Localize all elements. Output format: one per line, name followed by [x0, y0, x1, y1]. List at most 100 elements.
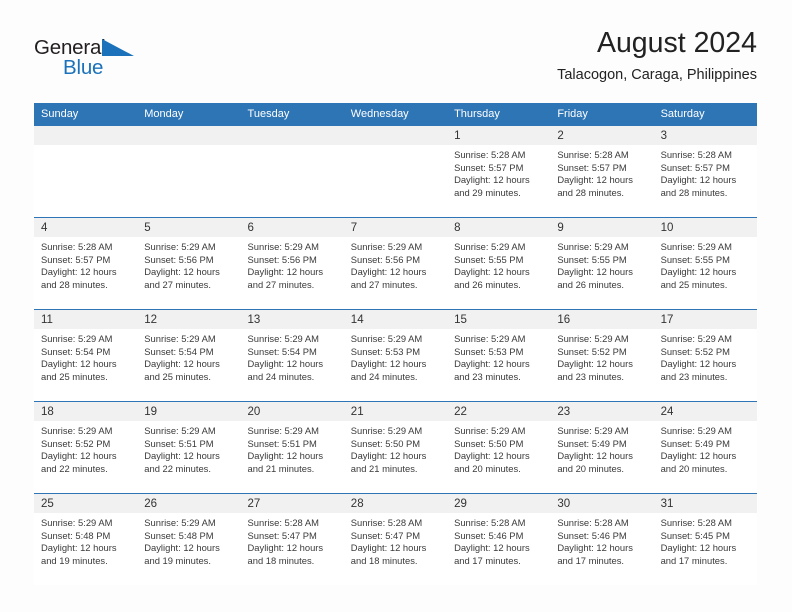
- calendar-day-cell[interactable]: 8 Sunrise: 5:29 AM Sunset: 5:55 PM Daylight…: [447, 218, 551, 309]
- day-number-band: 15: [447, 310, 551, 329]
- day-details: Sunrise: 5:29 AM Sunset: 5:53 PM Daylight:…: [344, 329, 447, 383]
- day-number-band: 5: [137, 218, 241, 237]
- title-block: August 2024 Talacogon, Caraga, Philippin…: [557, 27, 757, 84]
- calendar-day-cell-empty: [240, 126, 344, 217]
- sunset-time: Sunset: 5:57 PM: [41, 253, 111, 265]
- calendar-day-cell[interactable]: 28 Sunrise: 5:28 AM Sunset: 5:47 PM Dayligh…: [343, 494, 448, 585]
- calendar-page: General Blue August 2024 Talacogon, Cara…: [0, 0, 792, 612]
- sunset-time: Sunset: 5:57 PM: [660, 161, 730, 173]
- day-details: Sunrise: 5:29 AM Sunset: 5:54 PM Daylight:…: [137, 329, 240, 383]
- daylight-duration-line1: Daylight: 12 hours: [41, 542, 117, 554]
- day-details: Sunrise: 5:29 AM Sunset: 5:52 PM Daylight:…: [34, 421, 137, 475]
- calendar-day-cell[interactable]: 13 Sunrise: 5:29 AM Sunset: 5:54 PM Dayligh…: [240, 310, 344, 401]
- calendar-day-cell[interactable]: 25 Sunrise: 5:29 AM Sunset: 5:48 PM Dayligh…: [34, 494, 138, 585]
- sunrise-time: Sunrise: 5:28 AM: [350, 517, 423, 528]
- calendar-day-cell[interactable]: 16 Sunrise: 5:29 AM Sunset: 5:52 PM Dayligh…: [550, 310, 654, 401]
- calendar-day-cell[interactable]: 27 Sunrise: 5:28 AM Sunset: 5:47 PM Dayligh…: [240, 494, 344, 585]
- calendar-day-cell[interactable]: 7 Sunrise: 5:29 AM Sunset: 5:56 PM Daylight…: [343, 218, 448, 309]
- weekday-header-saturday: Saturday: [660, 108, 705, 120]
- daylight-duration-line2: and 29 minutes.: [454, 186, 521, 198]
- day-details: Sunrise: 5:29 AM Sunset: 5:48 PM Daylight:…: [137, 513, 240, 567]
- calendar-day-cell-empty: [34, 126, 138, 217]
- calendar-day-cell[interactable]: 11 Sunrise: 5:29 AM Sunset: 5:54 PM Dayligh…: [34, 310, 138, 401]
- calendar-day-cell[interactable]: 12 Sunrise: 5:29 AM Sunset: 5:54 PM Dayligh…: [137, 310, 241, 401]
- daylight-duration-line1: Daylight: 12 hours: [557, 358, 633, 370]
- sunrise-time: Sunrise: 5:28 AM: [454, 149, 526, 160]
- calendar-day-cell[interactable]: 6 Sunrise: 5:29 AM Sunset: 5:56 PM Daylight…: [240, 218, 344, 309]
- day-number-band: 23: [550, 402, 654, 421]
- sunset-time: Sunset: 5:46 PM: [557, 529, 627, 541]
- calendar-day-cell[interactable]: 22 Sunrise: 5:29 AM Sunset: 5:50 PM Dayligh…: [447, 402, 551, 493]
- day-number-band: 21: [343, 402, 448, 421]
- calendar-day-cell[interactable]: 31 Sunrise: 5:28 AM Sunset: 5:45 PM Dayligh…: [653, 494, 757, 585]
- daylight-duration-line2: and 17 minutes.: [557, 554, 625, 566]
- calendar-day-cell[interactable]: 21 Sunrise: 5:29 AM Sunset: 5:50 PM Dayligh…: [343, 402, 448, 493]
- calendar-day-cell[interactable]: 18 Sunrise: 5:29 AM Sunset: 5:52 PM Dayligh…: [34, 402, 138, 493]
- calendar-week-row: 25 Sunrise: 5:29 AM Sunset: 5:48 PM Dayligh…: [34, 493, 757, 585]
- calendar-day-cell[interactable]: 5 Sunrise: 5:29 AM Sunset: 5:56 PM Daylight…: [137, 218, 241, 309]
- calendar-day-cell[interactable]: 15 Sunrise: 5:29 AM Sunset: 5:53 PM Dayligh…: [447, 310, 551, 401]
- calendar-day-cell[interactable]: 9 Sunrise: 5:29 AM Sunset: 5:55 PM Daylight…: [550, 218, 654, 309]
- calendar-day-cell[interactable]: 4 Sunrise: 5:28 AM Sunset: 5:57 PM Daylight…: [34, 218, 138, 309]
- day-details: Sunrise: 5:29 AM Sunset: 5:55 PM Daylight:…: [654, 237, 757, 291]
- day-details: Sunrise: 5:29 AM Sunset: 5:54 PM Daylight:…: [241, 329, 344, 383]
- calendar-day-cell[interactable]: 29 Sunrise: 5:28 AM Sunset: 5:46 PM Dayligh…: [447, 494, 551, 585]
- day-number-band: 13: [240, 310, 344, 329]
- daylight-duration-line2: and 20 minutes.: [557, 462, 625, 474]
- day-number-band: 25: [34, 494, 138, 513]
- sunset-time: Sunset: 5:57 PM: [454, 161, 524, 173]
- sunset-time: Sunset: 5:48 PM: [41, 529, 111, 541]
- daylight-duration-line1: Daylight: 12 hours: [660, 266, 737, 278]
- day-number-band: 18: [34, 402, 138, 421]
- calendar-day-cell[interactable]: 26 Sunrise: 5:29 AM Sunset: 5:48 PM Dayligh…: [137, 494, 241, 585]
- calendar-day-cell[interactable]: 24 Sunrise: 5:29 AM Sunset: 5:49 PM Dayligh…: [653, 402, 757, 493]
- page-header: General Blue August 2024 Talacogon, Cara…: [34, 27, 757, 98]
- daylight-duration-line2: and 27 minutes.: [144, 278, 211, 290]
- daylight-duration-line1: Daylight: 12 hours: [144, 450, 220, 462]
- calendar-day-cell[interactable]: 17 Sunrise: 5:29 AM Sunset: 5:52 PM Dayligh…: [653, 310, 757, 401]
- calendar-day-cell[interactable]: 23 Sunrise: 5:29 AM Sunset: 5:49 PM Dayligh…: [550, 402, 654, 493]
- sunrise-time: Sunrise: 5:29 AM: [144, 241, 216, 252]
- sunrise-time: Sunrise: 5:29 AM: [350, 425, 423, 436]
- day-number: 30: [557, 498, 571, 510]
- daylight-duration-line2: and 27 minutes.: [247, 278, 315, 290]
- daylight-duration-line1: Daylight: 12 hours: [350, 542, 427, 554]
- calendar-day-cell[interactable]: 3 Sunrise: 5:28 AM Sunset: 5:57 PM Daylight…: [653, 126, 757, 217]
- calendar-day-cell[interactable]: 19 Sunrise: 5:29 AM Sunset: 5:51 PM Dayligh…: [137, 402, 241, 493]
- sunrise-time: Sunrise: 5:29 AM: [41, 333, 113, 344]
- daylight-duration-line1: Daylight: 12 hours: [144, 266, 220, 278]
- sunrise-time: Sunrise: 5:28 AM: [660, 517, 732, 528]
- day-details: Sunrise: 5:29 AM Sunset: 5:50 PM Daylight:…: [344, 421, 447, 475]
- daylight-duration-line2: and 28 minutes.: [41, 278, 108, 290]
- sunset-time: Sunset: 5:55 PM: [660, 253, 730, 265]
- calendar-day-cell[interactable]: 2 Sunrise: 5:28 AM Sunset: 5:57 PM Daylight…: [550, 126, 654, 217]
- daylight-duration-line1: Daylight: 12 hours: [350, 450, 427, 462]
- day-number-band: [240, 126, 344, 145]
- daylight-duration-line2: and 24 minutes.: [350, 370, 418, 382]
- daylight-duration-line1: Daylight: 12 hours: [41, 266, 117, 278]
- calendar-day-cell[interactable]: 14 Sunrise: 5:29 AM Sunset: 5:53 PM Dayligh…: [343, 310, 448, 401]
- day-number: 8: [454, 222, 461, 234]
- day-number-band: 6: [240, 218, 344, 237]
- sunset-time: Sunset: 5:47 PM: [350, 529, 421, 541]
- sunset-time: Sunset: 5:52 PM: [41, 437, 111, 449]
- sunset-time: Sunset: 5:50 PM: [350, 437, 421, 449]
- calendar-day-cell[interactable]: 20 Sunrise: 5:29 AM Sunset: 5:51 PM Dayligh…: [240, 402, 344, 493]
- sunset-time: Sunset: 5:55 PM: [557, 253, 627, 265]
- sunrise-time: Sunrise: 5:28 AM: [41, 241, 113, 252]
- sunrise-time: Sunrise: 5:29 AM: [247, 333, 319, 344]
- calendar-day-cell[interactable]: 30 Sunrise: 5:28 AM Sunset: 5:46 PM Dayligh…: [550, 494, 654, 585]
- sunset-time: Sunset: 5:45 PM: [660, 529, 730, 541]
- day-details: Sunrise: 5:29 AM Sunset: 5:56 PM Daylight:…: [344, 237, 447, 291]
- calendar-day-cell[interactable]: 1 Sunrise: 5:28 AM Sunset: 5:57 PM Daylight…: [447, 126, 551, 217]
- daylight-duration-line2: and 25 minutes.: [660, 278, 728, 290]
- calendar-day-cell[interactable]: 10 Sunrise: 5:29 AM Sunset: 5:55 PM Dayligh…: [653, 218, 757, 309]
- day-number-band: 30: [550, 494, 654, 513]
- day-number-band: 7: [343, 218, 448, 237]
- daylight-duration-line1: Daylight: 12 hours: [247, 450, 324, 462]
- daylight-duration-line2: and 22 minutes.: [41, 462, 108, 474]
- day-details: Sunrise: 5:28 AM Sunset: 5:47 PM Daylight:…: [241, 513, 344, 567]
- daylight-duration-line1: Daylight: 12 hours: [454, 266, 530, 278]
- calendar-week-row: 18 Sunrise: 5:29 AM Sunset: 5:52 PM Dayligh…: [34, 401, 757, 493]
- daylight-duration-line1: Daylight: 12 hours: [247, 358, 324, 370]
